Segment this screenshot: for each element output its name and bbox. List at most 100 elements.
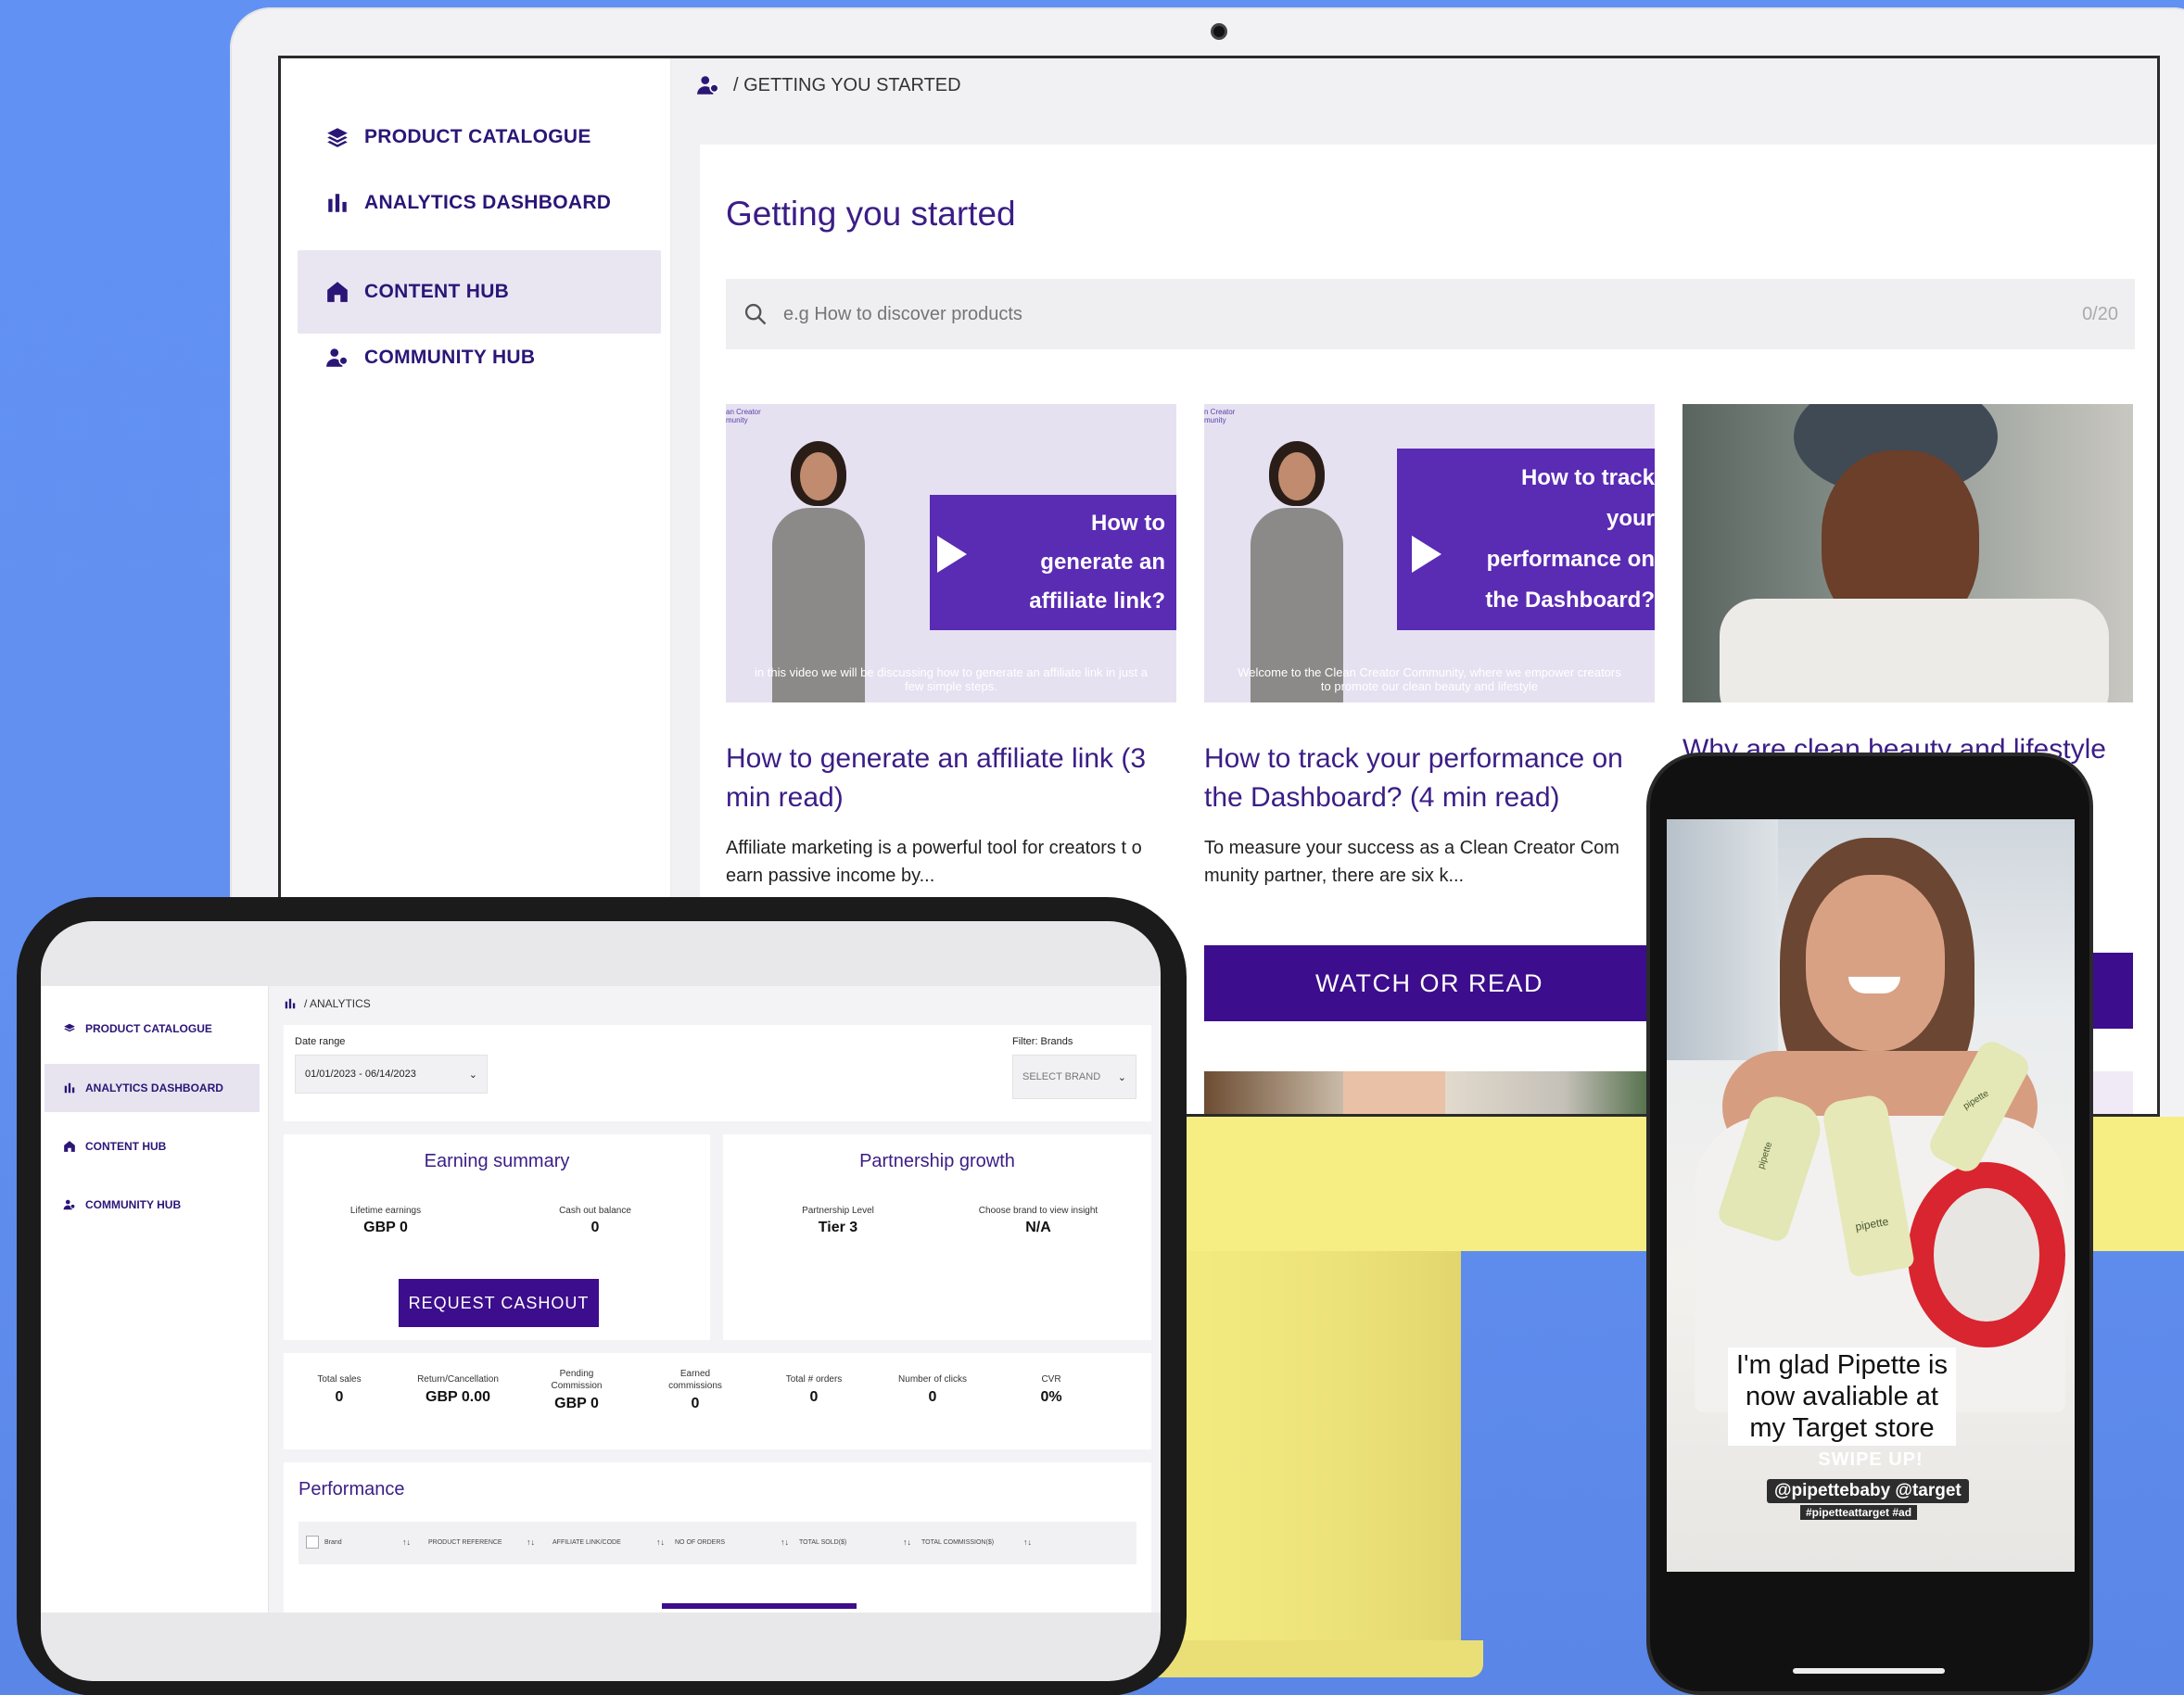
stat-earned-commissions: Earned commissions 0 — [649, 1368, 742, 1412]
chevron-down-icon: ⌄ — [1117, 1071, 1126, 1083]
stat-label: CVR — [1041, 1374, 1061, 1385]
sidebar-item-analytics-dashboard[interactable]: ANALYTICS DASHBOARD — [298, 161, 661, 245]
window-blinds — [1667, 819, 1778, 1060]
sidebar-item-analytics-dashboard[interactable]: ANALYTICS DASHBOARD — [44, 1064, 260, 1112]
story-caption: I'm glad Pipette is now avaliable at my … — [1728, 1347, 1956, 1446]
monitor-stand — [1164, 1251, 1461, 1677]
stat-label: Number of clicks — [898, 1374, 967, 1385]
sort-icon[interactable]: ↑↓ — [1023, 1537, 1032, 1547]
bar-chart-icon — [64, 1082, 75, 1094]
column-header[interactable]: NO OF ORDERS — [675, 1539, 725, 1546]
face-skin — [1343, 1071, 1445, 1114]
sort-icon[interactable]: ↑↓ — [781, 1537, 789, 1547]
stat-value: GBP 0.00 — [425, 1389, 490, 1405]
article-title[interactable]: How to track your performance on the Das… — [1204, 740, 1655, 817]
video-thumbnail[interactable]: n Creator munity How to track your perfo… — [1204, 404, 1655, 702]
story-photo[interactable]: pipette pipette pipette I'm glad Pipette… — [1667, 819, 2075, 1572]
partnership-growth-title: Partnership growth — [859, 1151, 1015, 1171]
bar-chart-icon — [328, 194, 347, 212]
stat-value: GBP 0 — [554, 1396, 599, 1411]
article-title[interactable]: How to generate an affiliate link (3 min… — [726, 740, 1176, 817]
article-card[interactable]: Why are clean beauty and lifestyle produ… — [1682, 404, 2133, 808]
column-header[interactable]: TOTAL SOLD($) — [799, 1539, 846, 1546]
article-description: To measure your success as a Clean Creat… — [1204, 838, 1619, 886]
video-thumbnail[interactable]: an Creator munity How to generate an aff… — [726, 404, 1176, 702]
filters-panel: Date range 01/01/2023 - 06/14/2023 ⌄ Fil… — [284, 1025, 1151, 1121]
community-icon — [697, 76, 719, 95]
column-header[interactable]: AFFILIATE LINK/CODE — [552, 1539, 621, 1546]
sidebar-item-label: PRODUCT CATALOGUE — [85, 1022, 212, 1035]
performance-table-header: Brand ↑↓ PRODUCT REFERENCE ↑↓ AFFILIATE … — [298, 1522, 1136, 1564]
choose-brand-value: N/A — [1025, 1220, 1051, 1235]
stat-label: Earned commissions — [668, 1369, 722, 1391]
page-title: Getting you started — [726, 195, 1016, 233]
layers-icon — [64, 1023, 75, 1032]
article-card[interactable]: an Creator munity How to generate an aff… — [726, 404, 1176, 890]
lifetime-earnings-value: GBP 0 — [363, 1220, 408, 1235]
cashout-balance-label: Cash out balance — [559, 1206, 631, 1216]
scroll-indicator — [662, 1603, 857, 1609]
earning-summary-title: Earning summary — [424, 1151, 570, 1171]
face-skin — [1806, 875, 1945, 1051]
search-char-counter: 0/20 — [2082, 303, 2118, 324]
camera-icon — [1211, 23, 1227, 40]
sort-icon[interactable]: ↑↓ — [656, 1537, 665, 1547]
play-icon — [937, 536, 967, 573]
column-header[interactable]: PRODUCT REFERENCE — [428, 1539, 502, 1546]
layers-icon — [327, 128, 348, 147]
choose-brand-label: Choose brand to view insight — [978, 1206, 1098, 1216]
article-description: Affiliate marketing is a powerful tool f… — [726, 838, 1142, 886]
home-indicator[interactable] — [1793, 1668, 1945, 1674]
bottle-label: pipette — [1756, 1140, 1775, 1170]
tablet-screen: PRODUCT CATALOGUE ANALYTICS DASHBOARD CO… — [41, 921, 1161, 1681]
stat-cvr: CVR 0% — [1005, 1373, 1098, 1406]
thumbnail-caption: in this video we will be discussing how … — [755, 665, 1148, 693]
thumbnail-brand: an Creator munity — [726, 408, 761, 424]
breadcrumb: / ANALYTICS — [284, 997, 371, 1010]
sidebar-item-label: PRODUCT CATALOGUE — [364, 126, 591, 147]
thumbnail-brand: n Creator munity — [1204, 408, 1236, 424]
article-image[interactable] — [1204, 1071, 1655, 1114]
sort-icon[interactable]: ↑↓ — [903, 1537, 911, 1547]
column-header[interactable]: TOTAL COMMISSION($) — [921, 1539, 994, 1546]
story-handles[interactable]: @pipettebaby @target — [1767, 1479, 1969, 1503]
thumbnail-caption: Welcome to the Clean Creator Community, … — [1238, 665, 1621, 693]
sidebar: PRODUCT CATALOGUE ANALYTICS DASHBOARD CO… — [41, 986, 269, 1613]
date-range-select[interactable]: 01/01/2023 - 06/14/2023 ⌄ — [295, 1055, 488, 1094]
community-icon — [63, 1199, 76, 1210]
bottle-label: pipette — [1962, 1088, 1991, 1112]
swipe-up-text[interactable]: SWIPE UP! — [1667, 1449, 2075, 1471]
article-image[interactable] — [1682, 404, 2133, 702]
partnership-growth-panel: Partnership growth Partnership Level Tie… — [723, 1134, 1151, 1340]
stat-label: Return/Cancellation — [417, 1374, 499, 1385]
bar-chart-icon — [285, 998, 296, 1009]
sort-icon[interactable]: ↑↓ — [402, 1537, 411, 1547]
bottle-label: pipette — [1854, 1214, 1890, 1233]
request-cashout-button[interactable]: REQUEST CASHOUT — [399, 1279, 599, 1327]
watch-or-read-button[interactable]: WATCH OR READ — [1204, 945, 1655, 1021]
sidebar-item-community-hub[interactable]: COMMUNITY HUB — [298, 316, 661, 399]
stat-value: 0 — [335, 1389, 344, 1405]
search-input[interactable] — [783, 303, 2083, 325]
white-robe — [1720, 599, 2109, 702]
sidebar-item-label: ANALYTICS DASHBOARD — [85, 1082, 223, 1094]
stat-label: Total sales — [317, 1374, 362, 1385]
sort-icon[interactable]: ↑↓ — [527, 1537, 535, 1547]
column-header[interactable]: Brand — [324, 1539, 342, 1546]
search-bar[interactable]: 0/20 — [726, 279, 2135, 349]
sidebar-item-community-hub[interactable]: COMMUNITY HUB — [44, 1181, 260, 1229]
sidebar-item-label: CONTENT HUB — [85, 1140, 167, 1153]
performance-panel: Performance Brand ↑↓ PRODUCT REFERENCE ↑… — [284, 1462, 1151, 1613]
stat-value: 0 — [809, 1389, 819, 1405]
stat-return-cancellation: Return/Cancellation GBP 0.00 — [412, 1373, 504, 1406]
stat-total-sales: Total sales 0 — [293, 1373, 386, 1406]
brand-select[interactable]: SELECT BRAND ⌄ — [1012, 1055, 1136, 1099]
article-card[interactable]: n Creator munity How to track your perfo… — [1204, 404, 1655, 890]
select-all-checkbox[interactable] — [306, 1536, 319, 1549]
sidebar-item-content-hub[interactable]: CONTENT HUB — [44, 1122, 260, 1170]
stat-value: 0 — [691, 1396, 700, 1411]
lifetime-earnings-label: Lifetime earnings — [349, 1206, 422, 1216]
presenter-face — [1278, 452, 1315, 500]
sidebar-item-product-catalogue[interactable]: PRODUCT CATALOGUE — [44, 1005, 260, 1053]
partnership-level-label: Partnership Level — [802, 1206, 874, 1216]
